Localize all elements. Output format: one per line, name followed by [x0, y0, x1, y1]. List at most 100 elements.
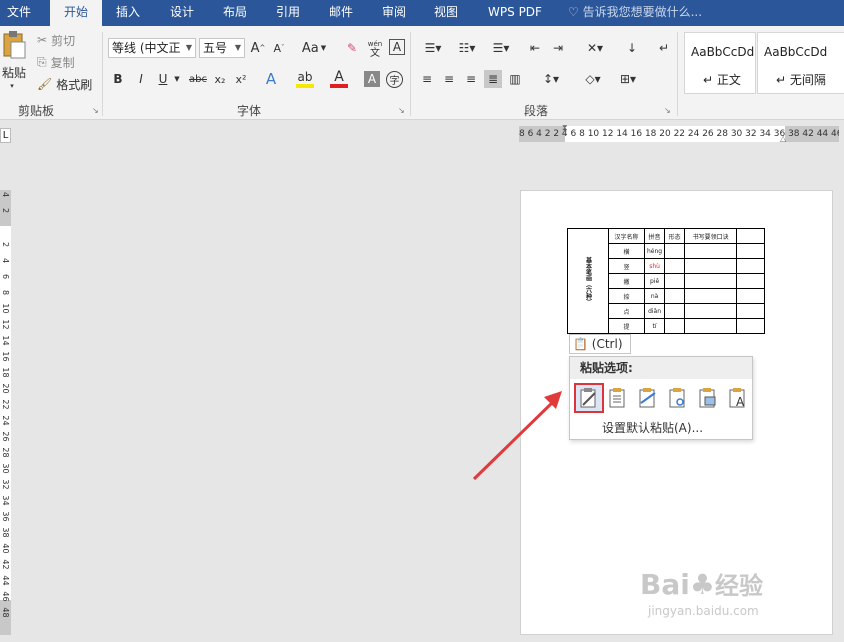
underline-button[interactable]: U: [155, 70, 171, 88]
character-shading-icon[interactable]: A: [364, 71, 380, 87]
line-spacing-icon[interactable]: ↕▾: [537, 70, 565, 88]
clipboard-icon: 📋: [573, 337, 588, 351]
clipboard-launcher-icon[interactable]: ↘: [92, 106, 99, 115]
separator: [677, 32, 678, 116]
cut-label: 剪切: [51, 33, 76, 48]
table-header: 形态: [664, 228, 686, 244]
phonetic-char: 文: [370, 48, 380, 59]
table-cell: 捺: [608, 288, 645, 304]
tab-references[interactable]: 引用: [266, 0, 310, 26]
tab-view[interactable]: 视图: [424, 0, 468, 26]
superscript-button[interactable]: x²: [233, 70, 249, 88]
multilevel-list-icon[interactable]: ☰▾: [486, 38, 516, 58]
ruler-number: 44: [1, 575, 10, 586]
paste-dropdown-icon[interactable]: ▾: [4, 81, 20, 91]
table-header: [736, 228, 766, 244]
increase-indent-icon[interactable]: ⇥: [549, 38, 567, 58]
scissors-icon: ✂: [37, 33, 48, 47]
shrink-font-icon[interactable]: Aˇ: [271, 38, 287, 58]
style-no-spacing[interactable]: AaBbCcDd ↵ 无间隔: [757, 32, 844, 94]
format-painter-button[interactable]: 🖌 格式刷: [37, 76, 92, 92]
copy-button[interactable]: ⎘ 复制: [37, 54, 75, 70]
table-cell: [736, 258, 766, 274]
shading-icon[interactable]: ◇▾: [579, 70, 607, 88]
table-cell: [664, 303, 686, 319]
tab-design[interactable]: 设计: [160, 0, 204, 26]
ruler-number: 28: [1, 447, 10, 458]
font-name-value: 等线 (中文正: [112, 41, 181, 55]
italic-button[interactable]: I: [133, 70, 149, 88]
clipboard-icon: [3, 31, 26, 59]
keep-text-only-icon[interactable]: A: [726, 385, 750, 411]
highlight-color-icon[interactable]: ab: [296, 70, 314, 88]
tab-mailings[interactable]: 邮件: [319, 0, 363, 26]
tab-review[interactable]: 审阅: [372, 0, 416, 26]
paragraph-launcher-icon[interactable]: ↘: [664, 106, 671, 115]
text-effects-icon[interactable]: A: [262, 70, 280, 88]
style-name: ↵ 无间隔: [776, 73, 826, 87]
merge-formatting-icon[interactable]: [606, 385, 630, 411]
right-indent-marker-icon[interactable]: △: [780, 134, 786, 143]
link-keep-source-icon[interactable]: [666, 385, 690, 411]
show-marks-icon[interactable]: ↵: [655, 38, 673, 58]
font-color-icon[interactable]: A: [330, 69, 348, 88]
style-normal[interactable]: AaBbCcDd ↵ 正文: [684, 32, 756, 94]
style-preview: AaBbCcDd: [764, 45, 828, 59]
indent-marker-icon[interactable]: ⧗: [562, 123, 568, 133]
font-size-combo[interactable]: 五号 ▼: [199, 38, 245, 58]
separator: [410, 32, 411, 116]
chinese-layout-icon[interactable]: ✕▾: [580, 38, 610, 58]
ribbon: 粘贴 ▾ ✂ 剪切 ⎘ 复制 🖌 格式刷 剪贴板 ↘ 等线 (中文正 ▼ 五号 ▼ …: [0, 26, 844, 120]
distributed-icon[interactable]: ▥: [506, 70, 524, 88]
set-default-paste-link[interactable]: 设置默认粘贴(A)...: [602, 419, 703, 436]
grow-font-icon[interactable]: A ^: [250, 38, 266, 58]
use-destination-styles-icon[interactable]: [636, 385, 660, 411]
paste-label[interactable]: 粘贴: [0, 64, 28, 80]
tab-home[interactable]: 开始: [50, 0, 102, 26]
subscript-button[interactable]: x₂: [212, 70, 228, 88]
format-painter-label: 格式刷: [56, 77, 93, 92]
align-center-icon[interactable]: ≡: [440, 70, 458, 88]
font-name-combo[interactable]: 等线 (中文正 ▼: [108, 38, 196, 58]
tell-me-box[interactable]: ♡ 告诉我您想要做什么...: [568, 0, 702, 26]
annotation-arrow-icon: [472, 391, 562, 481]
change-case-button[interactable]: Aa ▼: [300, 38, 328, 58]
watermark-url: jingyan.baidu.com: [648, 604, 759, 618]
tab-insert[interactable]: 插入: [106, 0, 150, 26]
ruler-number: 48: [1, 607, 10, 618]
align-left-icon[interactable]: ≡: [418, 70, 436, 88]
clear-formatting-icon[interactable]: ✎: [343, 38, 361, 58]
svg-text:A: A: [736, 395, 745, 409]
strikethrough-button[interactable]: abc: [187, 70, 209, 88]
separator: [102, 32, 103, 116]
align-right-icon[interactable]: ≡: [462, 70, 480, 88]
enclose-characters-button[interactable]: 字: [386, 71, 403, 88]
tab-file[interactable]: 文件: [0, 0, 38, 26]
table-cell: [736, 318, 766, 334]
paste-picture-icon[interactable]: [696, 385, 720, 411]
font-launcher-icon[interactable]: ↘: [398, 106, 405, 115]
underline-dropdown-icon[interactable]: ▼: [172, 70, 182, 88]
numbering-icon[interactable]: ☷▾: [452, 38, 482, 58]
bold-button[interactable]: B: [110, 70, 126, 88]
justify-icon[interactable]: ≣: [484, 70, 502, 88]
paste-button[interactable]: [0, 30, 28, 60]
sort-icon[interactable]: ↓: [623, 38, 641, 58]
cut-button[interactable]: ✂ 剪切: [37, 32, 75, 48]
tab-layout[interactable]: 布局: [213, 0, 257, 26]
character-border-button[interactable]: A: [389, 39, 405, 55]
table-cell: [664, 318, 686, 334]
borders-icon[interactable]: ⊞▾: [613, 70, 643, 88]
tab-wps-pdf[interactable]: WPS PDF: [480, 0, 550, 26]
paste-options-button[interactable]: 📋 (Ctrl) ▼: [569, 334, 631, 368]
ruler-number: 34: [1, 495, 10, 506]
phonetic-guide-button[interactable]: wén 文: [365, 38, 385, 60]
bullets-icon[interactable]: ☰▾: [418, 38, 448, 58]
change-case-label: Aa: [301, 40, 319, 56]
table-cell: [684, 258, 738, 274]
document-table[interactable]: 基本笔画（六种） 汉字名称 拼音 形态 书写要领口诀 横 héng 竖 shù …: [567, 228, 766, 334]
decrease-indent-icon[interactable]: ⇤: [526, 38, 544, 58]
table-cell: 提: [608, 318, 645, 334]
tab-selector[interactable]: L: [0, 128, 11, 143]
vertical-ruler[interactable]: 4 2 2 4 6 8 10 12 14 16 18 20 22 24 26 2…: [0, 190, 11, 635]
